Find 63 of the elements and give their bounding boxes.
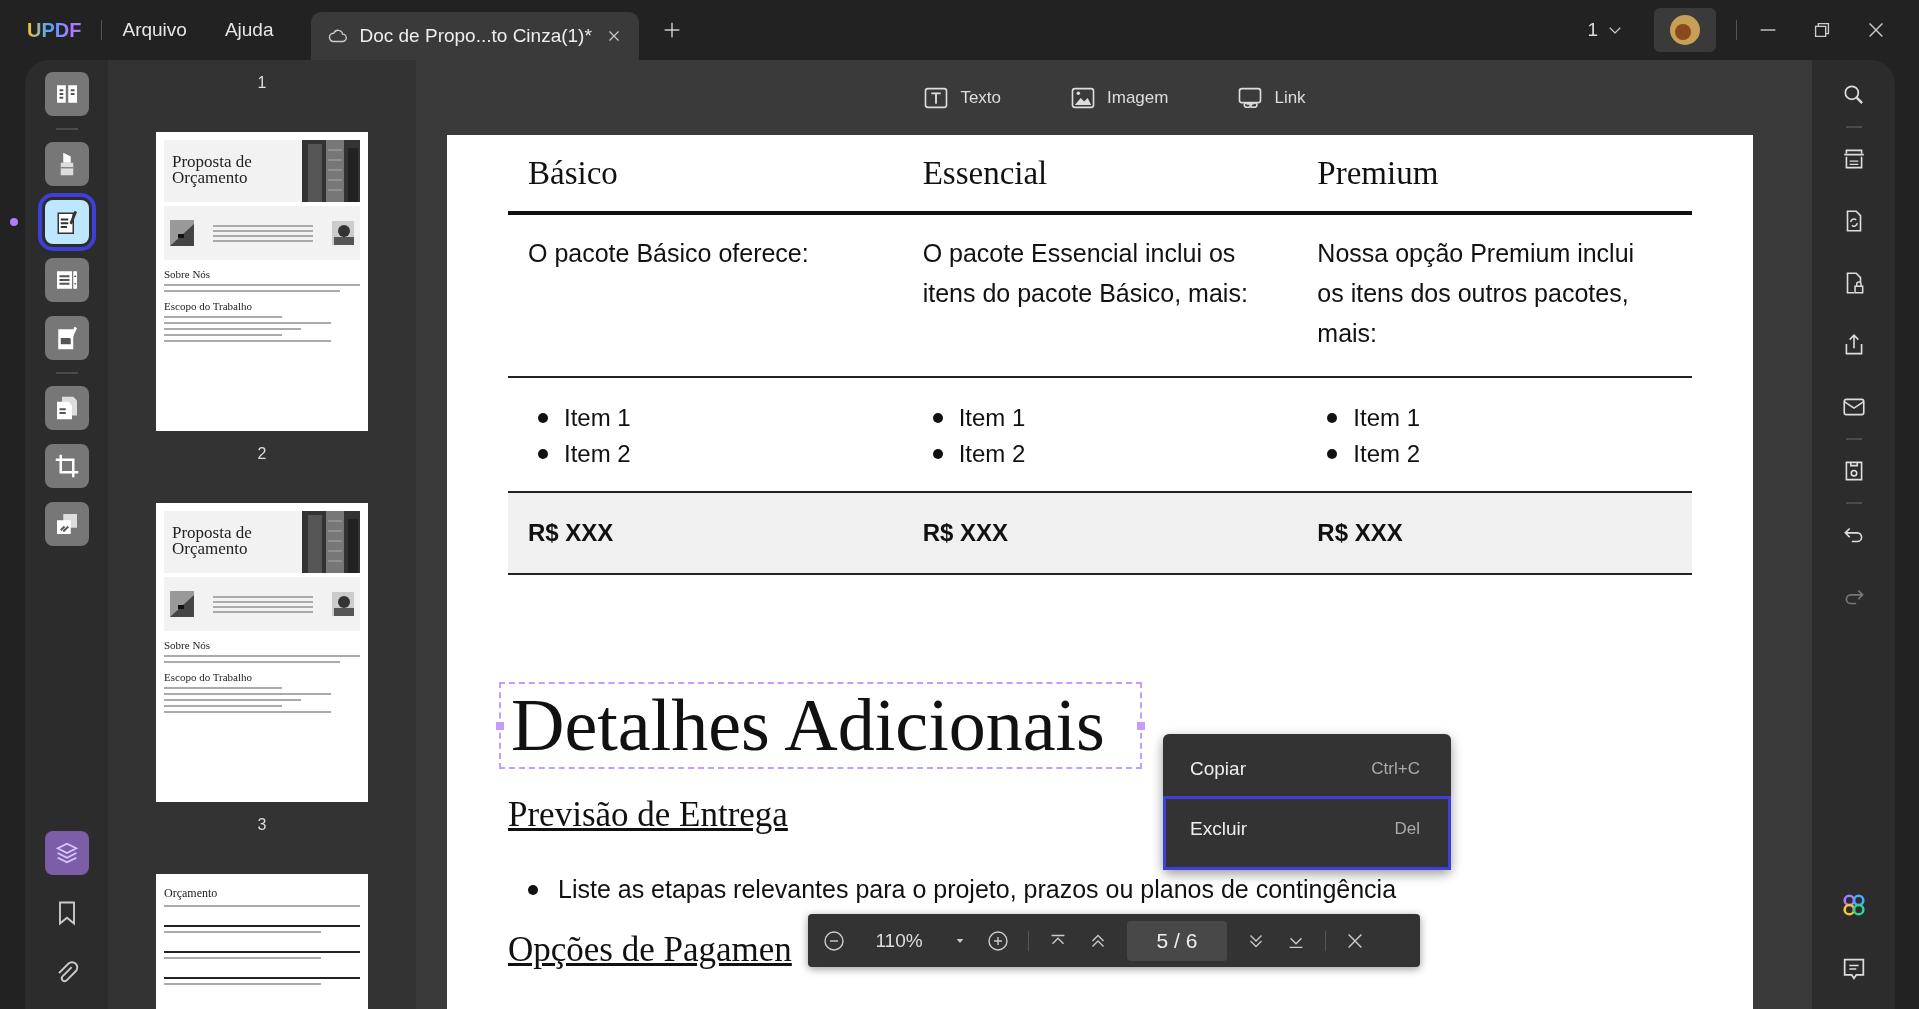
bullet-icon — [932, 449, 943, 459]
subheading: Opções de Pagamen — [508, 930, 792, 970]
tool-button[interactable] — [44, 502, 89, 546]
indicator-dot — [9, 218, 18, 226]
table-cell-text: Nossa opção Premium inclui os itens dos outros pacotes, mais: — [1316, 238, 1636, 349]
tool-button[interactable] — [44, 142, 89, 186]
bullet-icon — [538, 413, 548, 423]
page-number: 3 — [257, 816, 267, 834]
thumbnail-heading: Sobre Nós — [164, 639, 212, 651]
thumbnail-title: Orçamento — [164, 886, 219, 901]
tool-button[interactable] — [44, 831, 89, 875]
resize-handle[interactable] — [1137, 722, 1145, 730]
avatar[interactable] — [1654, 8, 1716, 52]
zoom-level[interactable]: 110% — [864, 929, 934, 952]
menu-item[interactable]: Ajuda — [224, 19, 274, 41]
tool-button[interactable] — [44, 316, 89, 360]
page-thumbnail[interactable]: Proposta de Orçamento Sobre Nós Escopo do Trabalho — [156, 503, 368, 802]
bullet-icon — [932, 413, 943, 423]
page-number: 2 — [257, 445, 267, 463]
table-cell-text: O pacote Essencial inclui os itens do pacote Básico, mais: — [921, 238, 1249, 309]
bullet-icon — [528, 884, 538, 895]
list-item: Item 2 — [958, 439, 1026, 469]
column-header: Premium — [1316, 154, 1440, 192]
list-item: Item 1 — [564, 403, 631, 433]
page-selector[interactable]: 1 — [1581, 15, 1630, 45]
menu-item[interactable]: Excluir Del — [1163, 796, 1451, 870]
menu-item[interactable]: Arquivo — [122, 19, 187, 41]
tool-button[interactable] — [44, 444, 89, 488]
bullet-icon — [1327, 449, 1338, 459]
thumbnail-title: Proposta de Orçamento — [171, 522, 253, 560]
menu-item[interactable]: Copiar Ctrl+C — [1163, 742, 1451, 796]
toolbar-button[interactable]: Texto — [916, 82, 1007, 113]
list-item: Item 2 — [1353, 439, 1421, 469]
page-number: 1 — [257, 74, 267, 92]
zoom-in-icon[interactable] — [986, 928, 1010, 953]
list-item: Liste as etapas relevantes para o projeto, prazos ou planos de contingência — [558, 875, 1397, 904]
tool-button[interactable] — [44, 258, 89, 302]
tool-button[interactable] — [44, 386, 89, 430]
thumbnail-heading: Escopo do Trabalho — [164, 300, 253, 312]
tool-button[interactable] — [44, 72, 89, 116]
subheading: Previsão de Entrega — [508, 795, 788, 835]
thumbnail-heading: Sobre Nós — [164, 268, 212, 280]
bullet-icon — [1327, 413, 1338, 423]
resize-handle[interactable] — [496, 722, 504, 730]
zoom-out-icon[interactable] — [822, 928, 846, 953]
document-tab[interactable]: Doc de Propo...to Cinza(1)* — [311, 12, 640, 60]
column-header: Essencial — [921, 154, 1049, 192]
price: R$ XXX — [1316, 519, 1404, 547]
table-cell-text: O pacote Básico oferece: — [527, 238, 810, 269]
price: R$ XXX — [527, 519, 615, 547]
toolbar-button[interactable]: Imagem — [1063, 82, 1175, 113]
thumbnail-title: Proposta de Orçamento — [171, 151, 253, 189]
thumbnail-heading: Escopo do Trabalho — [164, 671, 253, 683]
list-item: Item 2 — [564, 439, 631, 469]
column-header: Básico — [527, 154, 619, 192]
page-field[interactable]: 5 / 6 — [1127, 920, 1227, 961]
list-item: Item 1 — [1353, 403, 1421, 433]
bullet-icon — [538, 449, 548, 459]
page-thumbnail[interactable]: Orçamento — [156, 874, 368, 1009]
list-item: Item 1 — [958, 403, 1026, 433]
price: R$ XXX — [921, 519, 1010, 547]
toolbar-button[interactable]: Link — [1230, 82, 1312, 113]
page-thumbnail[interactable]: Proposta de Orçamento Sobre Nós Escopo do Trabalho — [156, 132, 368, 431]
